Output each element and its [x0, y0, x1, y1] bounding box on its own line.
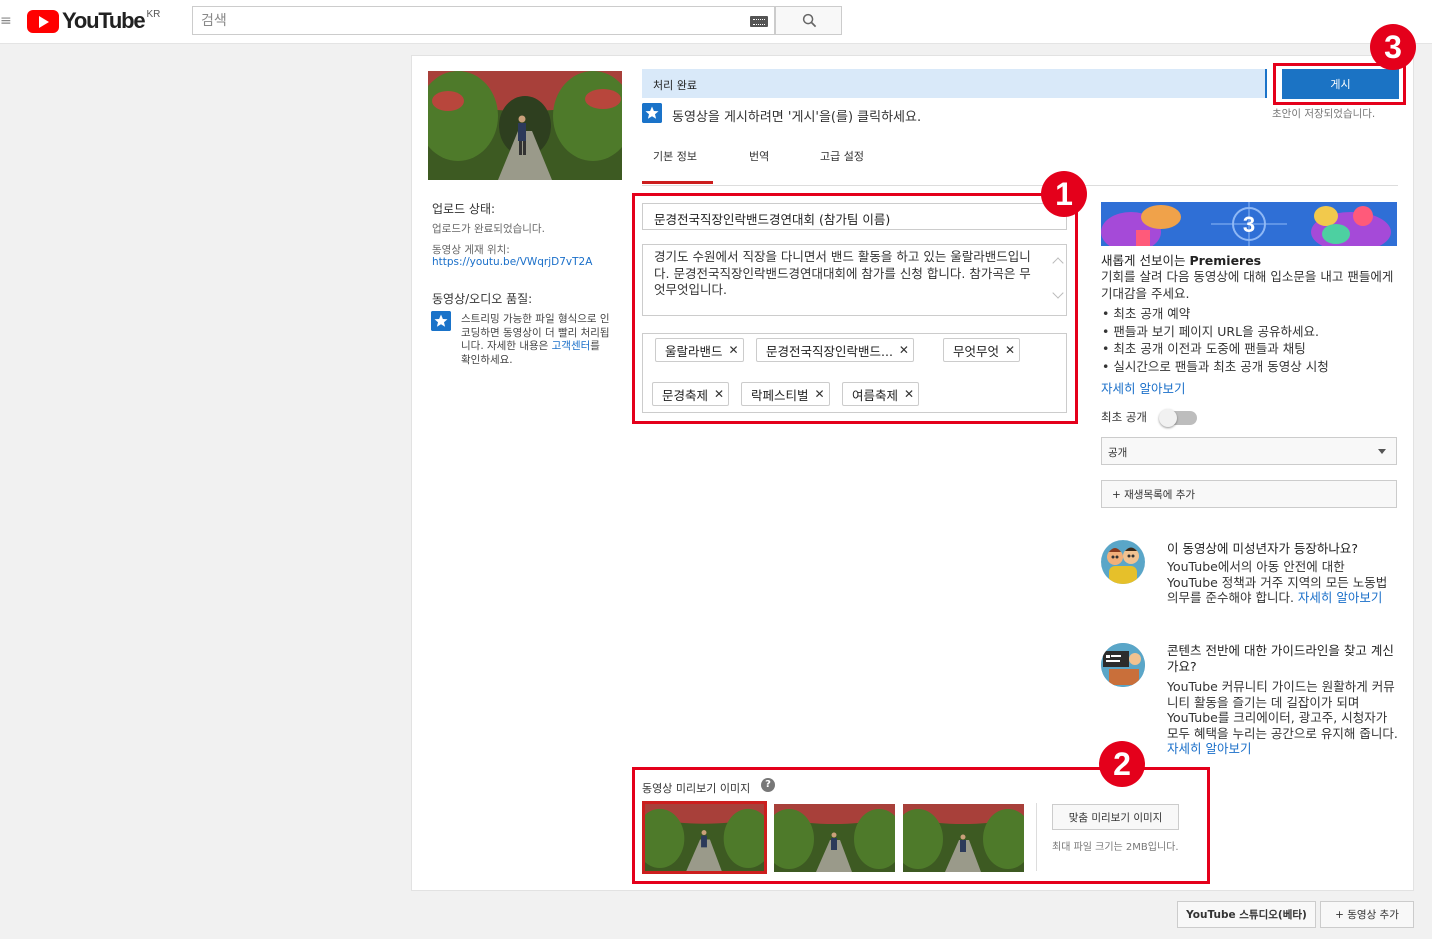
- video-preview: [428, 71, 622, 180]
- premieres-feature-list: 최초 공개 예약 팬들과 보기 페이지 URL을 공유하세요. 최초 공개 이전…: [1102, 305, 1398, 375]
- youtube-play-icon: [27, 10, 59, 33]
- minor-learn-more-link[interactable]: 자세히 알아보기: [1298, 590, 1382, 605]
- minor-block-title: 이 동영상에 미성년자가 등장하나요?: [1167, 541, 1359, 556]
- draft-saved-status: 초안이 저장되었습니다.: [1272, 108, 1376, 120]
- star-icon: [642, 103, 662, 123]
- privacy-dropdown[interactable]: 공개: [1101, 437, 1397, 465]
- privacy-value: 공개: [1108, 447, 1128, 459]
- premieres-description: 기회를 살려 다음 동영상에 대해 입소문을 내고 팬들에게 기대감을 주세요.: [1101, 269, 1394, 301]
- search-icon: [802, 13, 817, 28]
- list-item: 최초 공개 예약: [1102, 305, 1398, 323]
- youtube-studio-button[interactable]: YouTube 스튜디오(베타): [1177, 901, 1316, 928]
- search-box: [192, 6, 775, 35]
- help-center-link[interactable]: 고객센터: [552, 340, 591, 352]
- active-tab-indicator: [642, 181, 713, 184]
- premiere-toggle-label: 최초 공개: [1101, 410, 1147, 424]
- list-item: 최초 공개 이전과 도중에 팬들과 채팅: [1102, 340, 1398, 358]
- callout-box-1: [632, 193, 1078, 424]
- add-video-button[interactable]: + 동영상 추가: [1320, 901, 1414, 928]
- tab-advanced-settings[interactable]: 고급 설정: [820, 148, 864, 164]
- keyboard-icon[interactable]: [750, 16, 768, 27]
- premieres-title-bold: Premieres: [1189, 253, 1262, 268]
- minor-block-text: YouTube에서의 아동 안전에 대한 YouTube 정책과 거주 지역의 …: [1167, 559, 1399, 606]
- country-code: KR: [146, 9, 161, 20]
- publish-hint: 동영상을 게시하려면 '게시'을(를) 클릭하세요.: [672, 110, 922, 125]
- guide-block-body: YouTube 커뮤니티 가이드는 원활하게 커뮤니티 활동을 즐기는 데 길잡…: [1167, 679, 1398, 741]
- star-icon: [431, 311, 451, 331]
- video-location-label: 동영상 게재 위치:: [432, 244, 510, 256]
- quality-label: 동영상/오디오 품질:: [432, 292, 533, 306]
- children-illustration-icon: [1101, 540, 1145, 584]
- banner-number: 3: [1243, 212, 1255, 237]
- quality-info: 스트리밍 가능한 파일 형식으로 인코딩하면 동영상이 더 빨리 처리됩니다. …: [461, 313, 611, 367]
- processing-status: 처리 완료: [653, 79, 697, 92]
- callout-box-3: [1273, 63, 1406, 105]
- upload-status-label: 업로드 상태:: [432, 202, 496, 216]
- tab-basic-info[interactable]: 기본 정보: [653, 148, 697, 164]
- list-item: 팬들과 보기 페이지 URL을 공유하세요.: [1102, 323, 1398, 341]
- premieres-learn-more-link[interactable]: 자세히 알아보기: [1101, 378, 1185, 397]
- logo-text: YouTube: [62, 8, 146, 33]
- callout-badge-2: 2: [1099, 741, 1145, 787]
- upload-card: [411, 55, 1414, 891]
- premieres-banner: 3: [1101, 202, 1397, 246]
- premiere-toggle[interactable]: [1159, 409, 1197, 427]
- search-input[interactable]: [201, 11, 721, 31]
- premieres-title: 새롭게 선보이는 Premieres: [1101, 250, 1261, 269]
- callout-badge-3: 3: [1370, 24, 1416, 70]
- premieres-illustration: 3: [1101, 202, 1397, 246]
- add-to-playlist-button[interactable]: + 재생목록에 추가: [1101, 480, 1397, 508]
- guidelines-illustration-icon: [1101, 643, 1145, 687]
- guide-block-text: YouTube 커뮤니티 가이드는 원활하게 커뮤니티 활동을 즐기는 데 길잡…: [1167, 679, 1399, 757]
- callout-badge-1: 1: [1041, 171, 1087, 217]
- hamburger-menu-icon[interactable]: ≡: [0, 10, 14, 32]
- premieres-title-pre: 새롭게 선보이는: [1101, 253, 1190, 268]
- upload-status-text: 업로드가 완료되었습니다.: [432, 223, 545, 235]
- youtube-logo[interactable]: YouTube KR: [27, 9, 160, 35]
- guide-learn-more-link[interactable]: 자세히 알아보기: [1167, 741, 1251, 756]
- search-button[interactable]: [775, 6, 842, 35]
- list-item: 실시간으로 팬들과 최초 공개 동영상 시청: [1102, 358, 1398, 376]
- chevron-down-icon: [1378, 449, 1386, 454]
- masthead: ≡ YouTube KR: [0, 0, 1432, 44]
- processing-progress-bar: 처리 완료: [642, 69, 1267, 98]
- tab-translation[interactable]: 번역: [749, 148, 769, 164]
- guide-block-title: 콘텐츠 전반에 대한 가이드라인을 찾고 계신가요?: [1167, 643, 1394, 674]
- tab-divider: [642, 185, 1398, 186]
- video-url-link[interactable]: https://youtu.be/VWqrjD7vT2A: [432, 256, 592, 268]
